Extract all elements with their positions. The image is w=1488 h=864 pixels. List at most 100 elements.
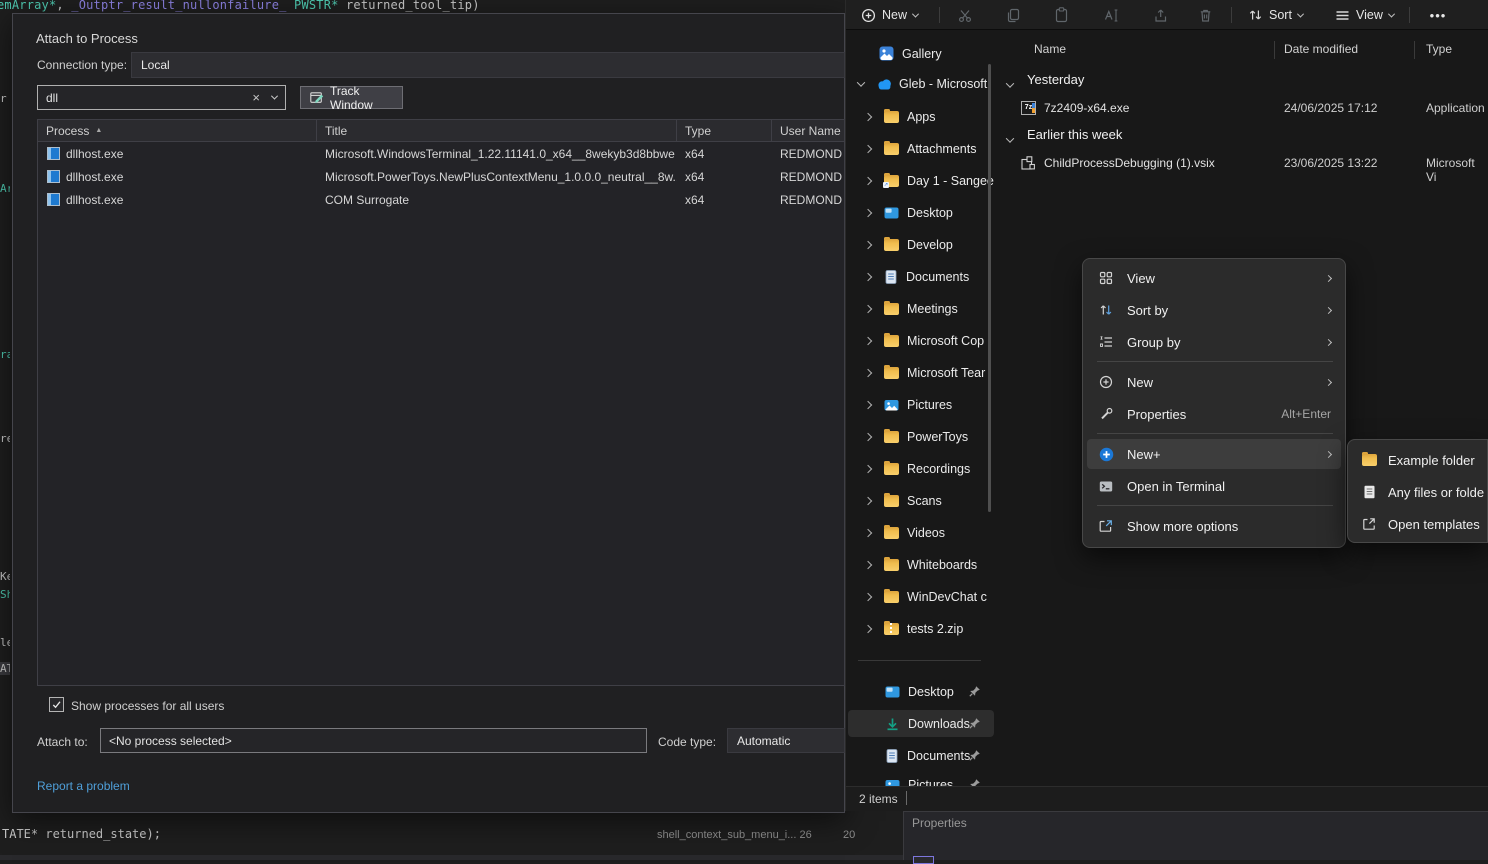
chevron-right-icon[interactable] [864, 144, 872, 152]
menu-item-label: Group by [1127, 335, 1326, 350]
chevron-right-icon[interactable] [864, 464, 872, 472]
sidebar-item-attachments[interactable]: Attachments [848, 135, 994, 162]
sidebar-scrollbar[interactable] [988, 64, 991, 512]
menu-item-new[interactable]: New [1087, 367, 1341, 397]
connection-type-select[interactable]: Local [131, 52, 845, 78]
sidebar-item-scans[interactable]: Scans [848, 487, 994, 514]
group-header-yesterday[interactable]: Yesterday [1027, 72, 1084, 87]
delete-button[interactable] [1191, 3, 1219, 27]
sidebar-item-windevchat[interactable]: WinDevChat c [848, 583, 994, 610]
sidebar-item-whiteboards[interactable]: Whiteboards [848, 551, 994, 578]
menu-item-open-in-terminal[interactable]: Open in Terminal [1087, 471, 1341, 501]
report-problem-link[interactable]: Report a problem [37, 779, 130, 793]
process-row[interactable]: dllhost.exe Microsoft.WindowsTerminal_1.… [38, 142, 844, 165]
sidebar-item-downloads-pinned[interactable]: Downloads [848, 710, 994, 737]
menu-item-show-more-options[interactable]: Show more options [1087, 511, 1341, 541]
sidebar-item-powertoys[interactable]: PowerToys [848, 423, 994, 450]
sidebar-item-pictures[interactable]: Pictures [848, 391, 994, 418]
column-header-type[interactable]: Type [677, 120, 772, 141]
submenu-item-open-templates[interactable]: Open templates [1352, 508, 1488, 540]
column-header-name[interactable]: Name [1034, 42, 1066, 56]
chevron-right-icon[interactable] [864, 112, 872, 120]
process-row[interactable]: dllhost.exe Microsoft.PowerToys.NewPlusC… [38, 165, 844, 188]
menu-item-group-by[interactable]: Group by [1087, 327, 1341, 357]
chevron-right-icon[interactable] [864, 176, 872, 184]
sidebar-item-develop[interactable]: Develop [848, 231, 994, 258]
column-divider[interactable] [1414, 41, 1415, 59]
column-header-process[interactable]: Process▲ [38, 120, 317, 141]
column-header-username[interactable]: User Name [772, 120, 844, 141]
process-row[interactable]: dllhost.exe COM Surrogate x64 REDMOND [38, 188, 844, 211]
chevron-down-icon[interactable] [857, 78, 865, 86]
column-divider[interactable] [1274, 41, 1275, 59]
column-header-date-modified[interactable]: Date modified [1284, 42, 1358, 56]
attach-to-field[interactable]: <No process selected> [100, 728, 647, 753]
sidebar-item-microsoft-teams[interactable]: Microsoft Tear [848, 359, 994, 386]
chevron-right-icon[interactable] [864, 528, 872, 536]
chevron-right-icon[interactable] [864, 496, 872, 504]
sidebar-item-recordings[interactable]: Recordings [848, 455, 994, 482]
chevron-right-icon[interactable] [864, 400, 872, 408]
group-header-earlier-this-week[interactable]: Earlier this week [1027, 127, 1122, 142]
sidebar-item-day1[interactable]: ↗Day 1 - Sangee [848, 167, 994, 194]
sidebar-item-apps[interactable]: Apps [848, 103, 994, 130]
submenu-item-any-files[interactable]: Any files or folde [1352, 476, 1488, 508]
chevron-right-icon[interactable] [864, 624, 872, 632]
process-filter-input[interactable]: dll × [37, 85, 286, 110]
submenu-item-example-folder[interactable]: Example folder [1352, 444, 1488, 476]
file-row-vsix[interactable]: ChildProcessDebugging (1).vsix [1021, 152, 1215, 174]
file-row-7zip[interactable]: 7z 7z2409-x64.exe [1021, 97, 1129, 119]
chevron-right-icon[interactable] [864, 304, 872, 312]
codelens-count[interactable]: 20 [843, 829, 855, 841]
chevron-right-icon[interactable] [864, 336, 872, 344]
sidebar-item-tests-zip[interactable]: tests 2.zip [848, 615, 994, 642]
menu-item-view[interactable]: View [1087, 263, 1341, 293]
group-list-icon [1098, 335, 1114, 349]
properties-panel: Properties [903, 811, 1488, 860]
chevron-down-icon[interactable] [1007, 75, 1013, 93]
sidebar-item-desktop-pinned[interactable]: Desktop [848, 678, 994, 705]
sidebar-item-documents-pinned[interactable]: Documents [848, 742, 994, 769]
sort-button[interactable]: Sort [1241, 3, 1310, 27]
chevron-down-icon[interactable] [1007, 130, 1013, 148]
sidebar-item-documents[interactable]: Documents [848, 263, 994, 290]
chevron-right-icon[interactable] [864, 432, 872, 440]
chevron-down-icon [1388, 10, 1395, 17]
paste-button[interactable] [1047, 3, 1075, 27]
copy-button[interactable] [998, 3, 1026, 27]
menu-separator [1097, 361, 1333, 362]
properties-panel-field[interactable] [913, 856, 934, 864]
column-label: Type [685, 124, 711, 138]
column-header-title[interactable]: Title [317, 120, 677, 141]
view-button[interactable]: View [1328, 3, 1401, 27]
chevron-right-icon[interactable] [864, 592, 872, 600]
chevron-right-icon[interactable] [864, 208, 872, 216]
show-all-users-checkbox[interactable] [49, 697, 64, 712]
chevron-right-icon[interactable] [864, 240, 872, 248]
cut-button[interactable] [951, 3, 979, 27]
column-header-type[interactable]: Type [1426, 42, 1452, 56]
sidebar-item-gallery[interactable]: Gallery [848, 40, 994, 67]
chevron-right-icon[interactable] [864, 368, 872, 376]
sidebar-item-desktop[interactable]: Desktop [848, 199, 994, 226]
new-button[interactable]: New [854, 3, 925, 27]
rename-button[interactable] [1097, 3, 1125, 27]
menu-item-new-plus[interactable]: New+ [1087, 439, 1341, 469]
code-type-select[interactable]: Automatic [727, 728, 845, 753]
codelens-reference[interactable]: shell_context_sub_menu_i... 26 [657, 829, 812, 841]
sidebar-item-meetings[interactable]: Meetings [848, 295, 994, 322]
filter-dropdown-icon[interactable] [271, 93, 278, 100]
track-window-button[interactable]: Track Window [300, 86, 403, 109]
menu-item-sort-by[interactable]: Sort by [1087, 295, 1341, 325]
dllhost-icon [47, 147, 60, 160]
sidebar-item-onedrive[interactable]: Gleb - Microsoft [848, 70, 994, 97]
clear-filter-icon[interactable]: × [252, 90, 260, 105]
chevron-right-icon[interactable] [864, 272, 872, 280]
menu-item-properties[interactable]: Properties Alt+Enter [1087, 399, 1341, 429]
sidebar-item-videos[interactable]: Videos [848, 519, 994, 546]
share-button[interactable] [1146, 3, 1174, 27]
chevron-right-icon[interactable] [864, 560, 872, 568]
sidebar-item-microsoft-copilot[interactable]: Microsoft Cop [848, 327, 994, 354]
new-button-label: New [882, 8, 907, 22]
more-options-button[interactable]: ••• [1424, 3, 1452, 27]
